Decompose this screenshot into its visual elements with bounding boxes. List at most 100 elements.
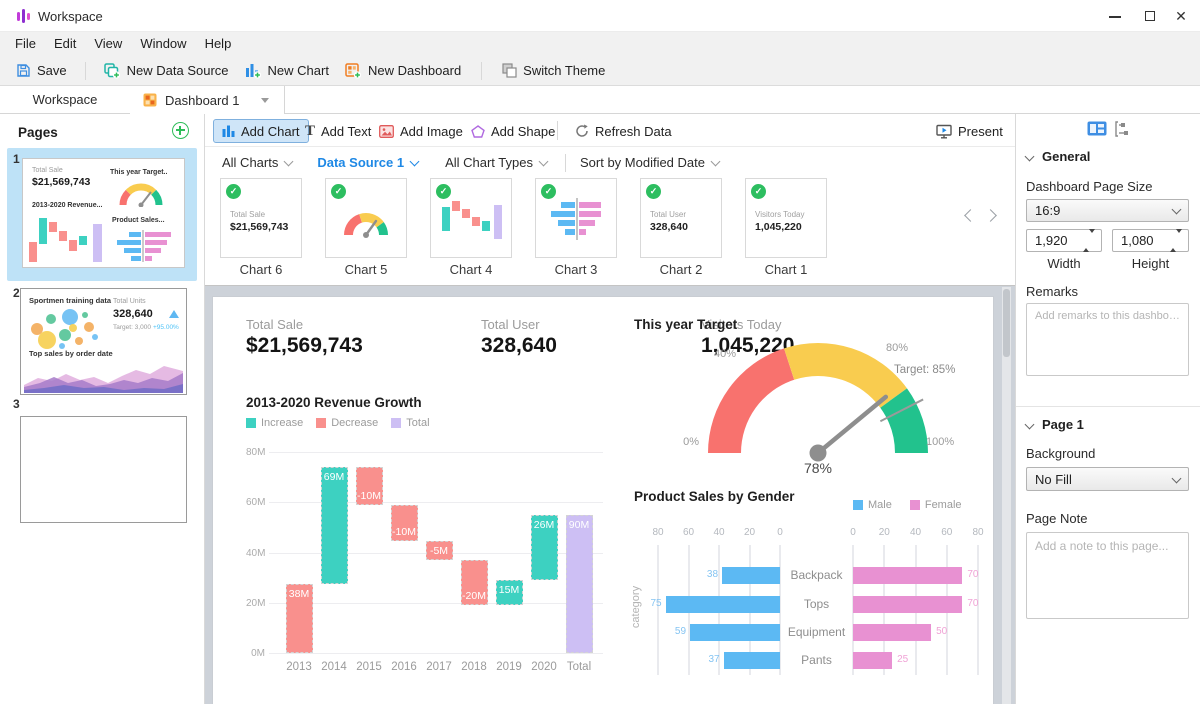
bar-value-label: -10M [392, 526, 417, 538]
menu-file[interactable]: File [6, 32, 45, 56]
page-number: 1 [13, 152, 20, 166]
axis-tick-label: 40 [904, 527, 928, 538]
waterfall-title: 2013-2020 Revenue Growth [246, 395, 422, 410]
page-thumbnail-1[interactable]: 1 Total Sale $21,569,743 This year Targe… [7, 148, 197, 281]
axis-tick-label: 0 [768, 527, 792, 538]
width-label: Width [1026, 256, 1102, 271]
card-kpi-value: $21,569,743 [230, 221, 288, 233]
waterfall-bar-2014: 69M [321, 467, 348, 584]
thumb-gauge-chart [115, 179, 167, 207]
waterfall-bar-2015: -10M [356, 467, 383, 505]
x-axis-label: 2017 [419, 661, 459, 673]
background-value: No Fill [1035, 472, 1072, 487]
general-section-title: General [1042, 149, 1090, 164]
card-gauge-preview [338, 203, 394, 239]
male-bar-backpack [722, 567, 780, 584]
page-note-textarea[interactable]: Add a note to this page... [1026, 532, 1189, 619]
axis-tick-label: 20 [872, 527, 896, 538]
check-badge-icon: ✓ [751, 184, 766, 199]
app-icon [16, 8, 32, 24]
gallery-card-chart-2[interactable]: ✓Total User328,640 [640, 178, 722, 258]
waterfall-plot: 0M20M40M60M80M38M201369M2014-10M2015-10M… [246, 445, 618, 681]
maximize-icon [1145, 11, 1155, 21]
canvas-scrollbar-track[interactable] [1002, 287, 1011, 704]
background-label: Background [1026, 446, 1095, 461]
background-select[interactable]: No Fill [1026, 467, 1189, 491]
save-button[interactable]: Save [12, 59, 71, 83]
gallery-card-name: Chart 4 [430, 262, 512, 277]
male-value-label: 38 [696, 569, 718, 580]
y-axis-label: 80M [246, 447, 265, 458]
waterfall-legend: IncreaseDecreaseTotal [246, 417, 430, 429]
female-value-label: 50 [936, 626, 962, 637]
height-label: Height [1112, 256, 1189, 271]
thumb-units-value: 328,640 [113, 308, 153, 320]
waterfall-bar-2018: -20M [461, 560, 488, 605]
stepper-arrows-icon[interactable] [1170, 233, 1182, 248]
tab-workspace[interactable]: Workspace [0, 86, 131, 113]
gallery-next-button[interactable] [979, 209, 993, 229]
add-page-button[interactable] [172, 122, 189, 139]
card-kpi-label: Total Sale [230, 210, 265, 219]
female-bar-tops [853, 596, 962, 613]
butterfly-widget[interactable]: Product Sales by GenderMaleFemale0020204… [628, 485, 994, 690]
page-section-title: Page 1 [1042, 417, 1084, 432]
gallery-card-chart-5[interactable]: ✓ [325, 178, 407, 258]
gallery-card-chart-4[interactable]: ✓ [430, 178, 512, 258]
remarks-textarea[interactable]: Add remarks to this dashboard... [1026, 303, 1189, 376]
height-value: 1,080 [1121, 233, 1154, 248]
axis-tick-label: 60 [935, 527, 959, 538]
x-axis-label: 2013 [279, 661, 319, 673]
gallery-prev-button[interactable] [959, 209, 973, 229]
width-value: 1,920 [1035, 233, 1068, 248]
gallery-card-chart-1[interactable]: ✓Visitors Today1,045,220 [745, 178, 827, 258]
dashboard-page[interactable]: Total Sale$21,569,743Total User328,640Vi… [212, 296, 994, 704]
waterfall-widget[interactable]: 2013-2020 Revenue Growth IncreaseDecrease… [240, 391, 625, 681]
y-axis-label: 0M [246, 648, 265, 659]
gauge-value-label: 78% [794, 460, 842, 476]
minimize-button[interactable] [1100, 0, 1130, 32]
gallery-card-name: Chart 5 [325, 262, 407, 277]
canvas-scrollbar-thumb[interactable] [1003, 289, 1010, 357]
widget-tree-tab[interactable] [1115, 121, 1133, 139]
page-thumbnail-2[interactable]: 2 Sportmen training data Total Units 328… [7, 283, 197, 409]
bar-value-label: 38M [287, 588, 312, 600]
gauge-widget[interactable]: This year Target0%40%80%100%Target: 85%7… [628, 311, 988, 486]
bar-value-label: 26M [532, 519, 557, 531]
male-bar-equipment [690, 624, 780, 641]
category-label: Pants [780, 653, 853, 667]
male-bar-tops [666, 596, 780, 613]
stepper-arrows-icon[interactable] [1083, 233, 1095, 248]
menu-view[interactable]: View [85, 32, 131, 56]
menu-edit[interactable]: Edit [45, 32, 85, 56]
gallery-card-chart-3[interactable]: ✓ [535, 178, 617, 258]
x-axis-label: 2014 [314, 661, 354, 673]
page-thumbnail-3[interactable]: 3 [7, 394, 197, 520]
thumb-bubble-title: Sportmen training data [29, 296, 111, 305]
gallery-card-name: Chart 1 [745, 262, 827, 277]
kpi-widget-1[interactable]: Total Sale$21,569,743 [246, 317, 446, 365]
male-value-label: 37 [698, 654, 720, 665]
page-thumbnail-canvas: Sportmen training data Total Units 328,6… [20, 288, 187, 395]
page-section-header[interactable]: Page 1 [1026, 417, 1084, 432]
x-axis-label: 2016 [384, 661, 424, 673]
chevron-down-icon [1172, 205, 1182, 215]
width-stepper[interactable]: 1,920 [1026, 229, 1102, 252]
x-axis-label: 2015 [349, 661, 389, 673]
page-size-select[interactable]: 16:9 [1026, 199, 1189, 222]
maximize-button[interactable] [1135, 0, 1165, 32]
general-section-header[interactable]: General [1026, 149, 1090, 164]
male-bar-pants [724, 652, 780, 669]
menu-window[interactable]: Window [131, 32, 195, 56]
gallery-card-chart-6[interactable]: ✓Total Sale$21,569,743 [220, 178, 302, 258]
thumb-kpi-label: Total Sale [32, 167, 63, 174]
chevron-down-icon [1172, 473, 1182, 483]
toolbar-separator [85, 62, 86, 80]
close-button[interactable]: ✕ [1166, 0, 1196, 32]
gridline [269, 452, 603, 453]
butterfly-legend: MaleFemale [853, 499, 962, 511]
check-badge-icon: ✓ [331, 184, 346, 199]
x-axis-label: Total [559, 661, 599, 673]
height-stepper[interactable]: 1,080 [1112, 229, 1189, 252]
dashboard-settings-tab[interactable] [1087, 121, 1109, 139]
